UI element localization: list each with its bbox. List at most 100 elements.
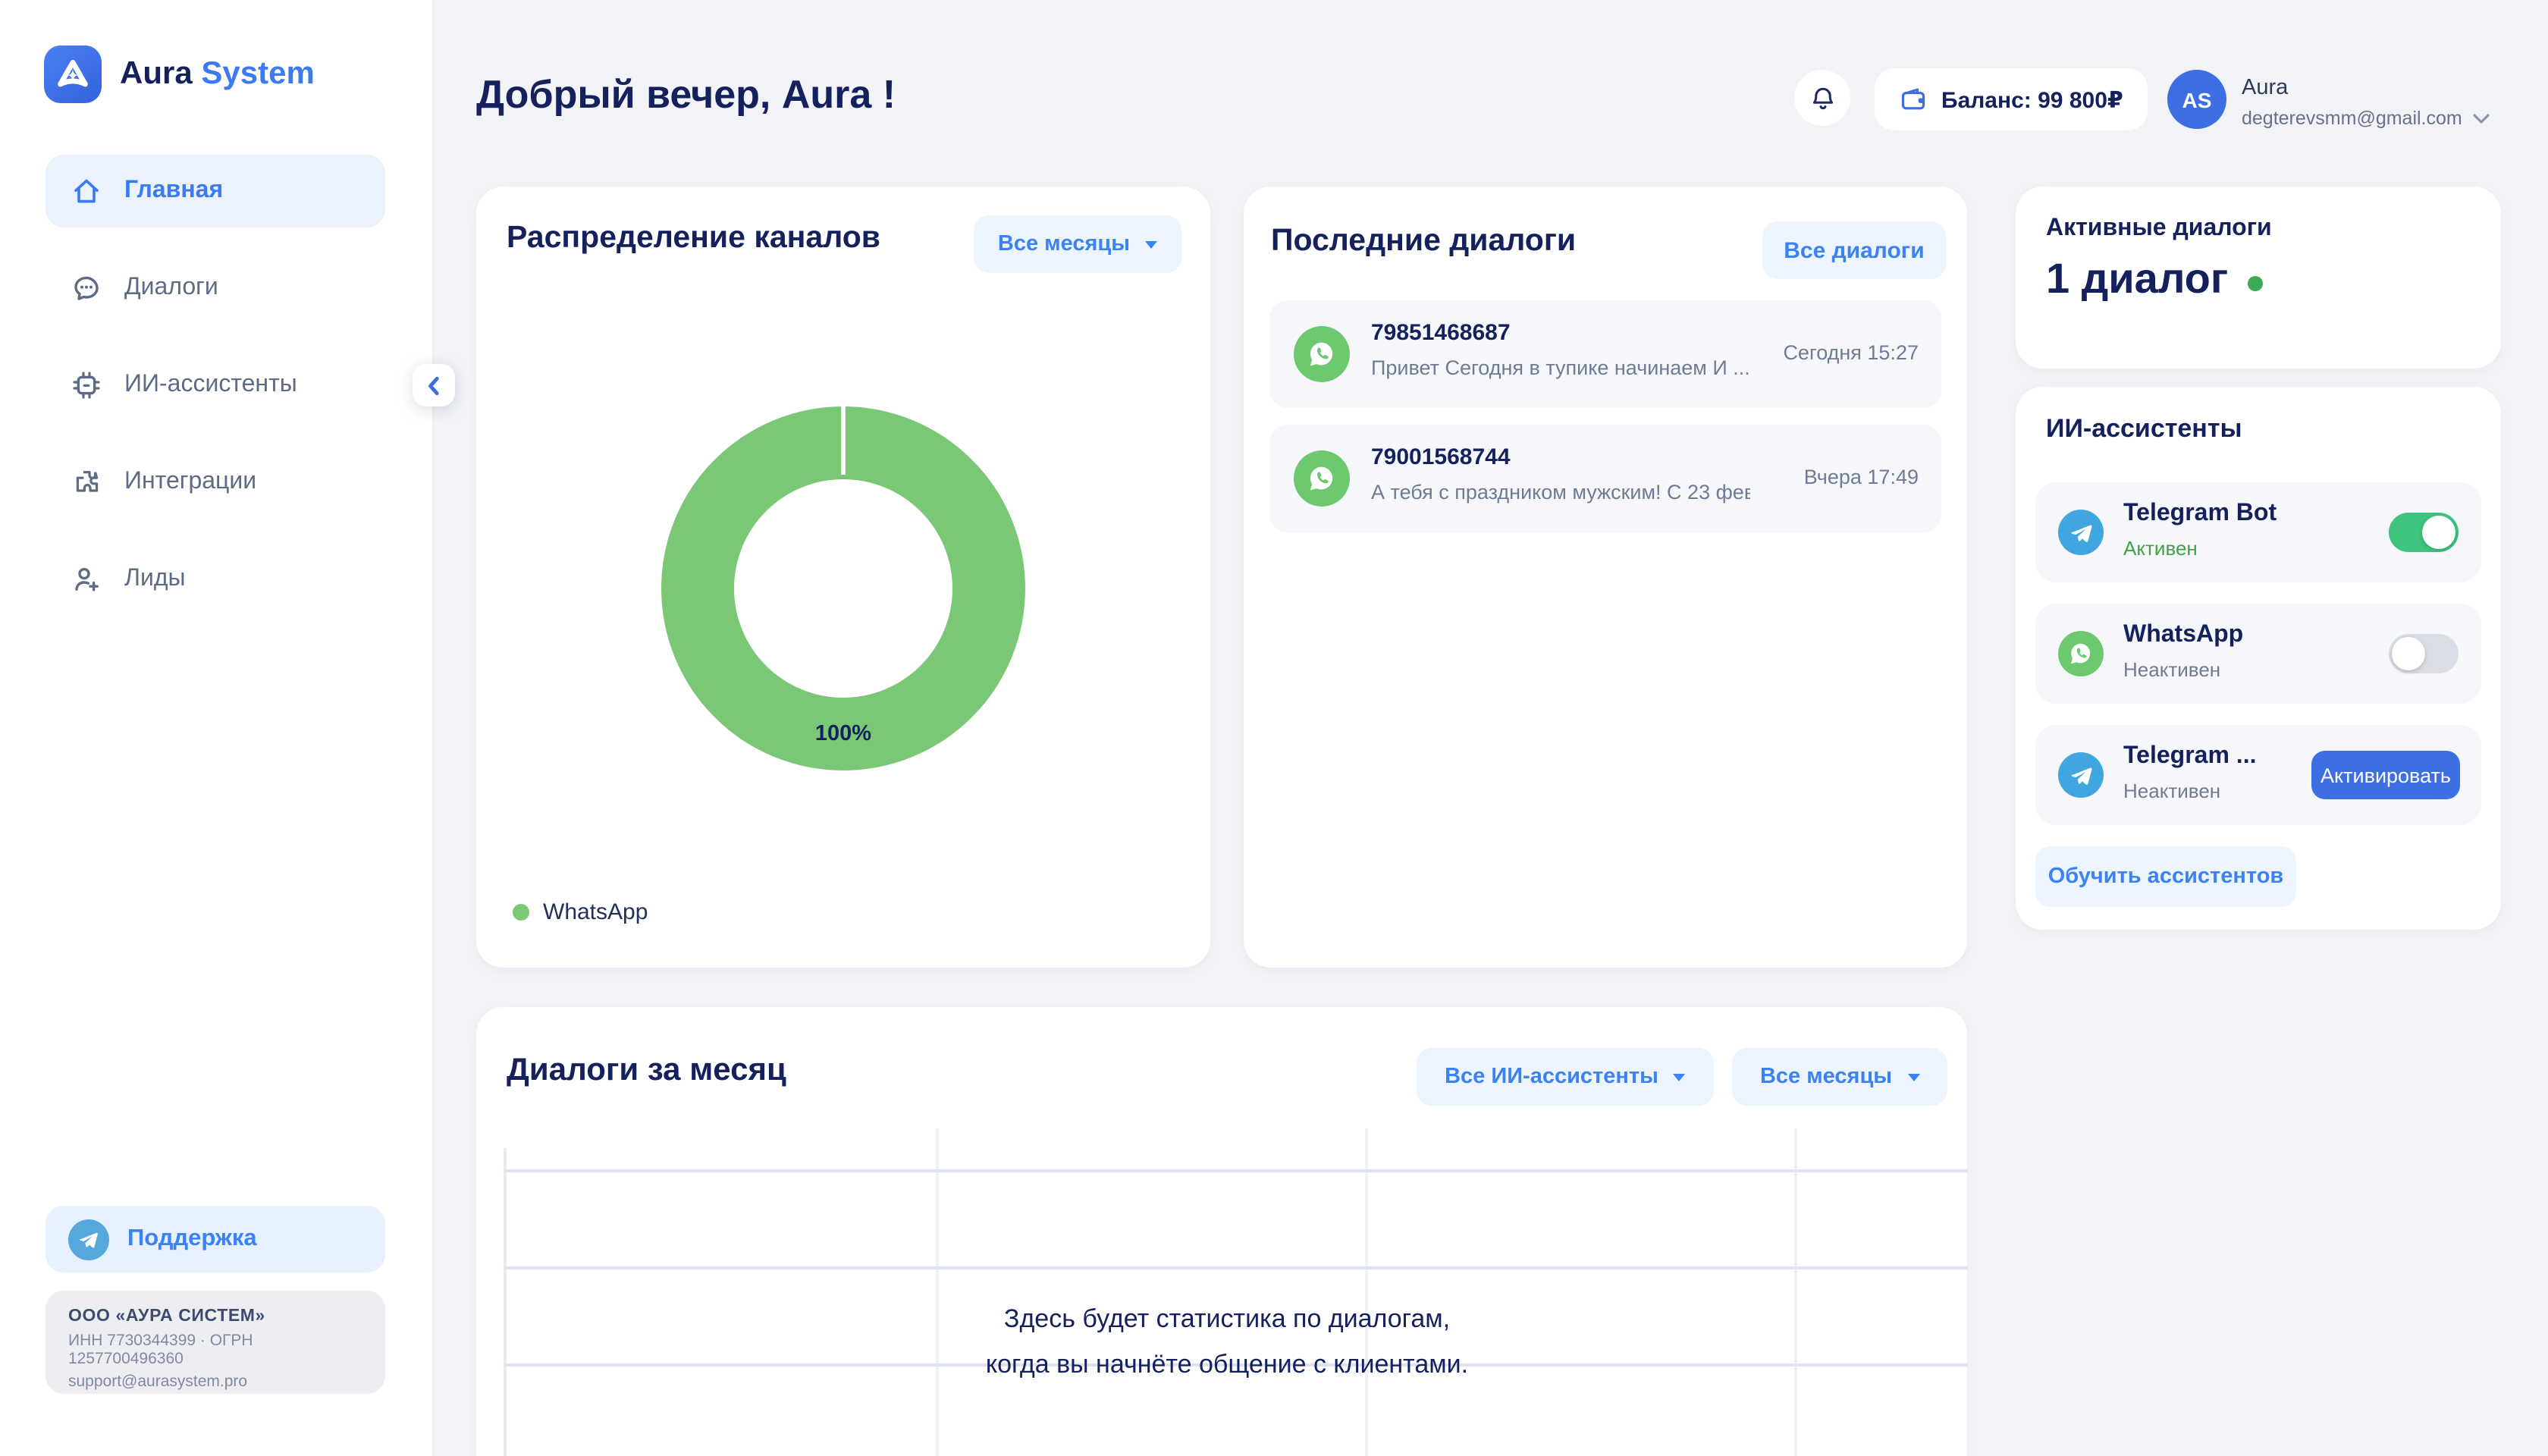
active-dialogs-card: Активные диалоги 1 диалог (2016, 187, 2501, 369)
sidebar: Aura System Главная Диалоги (0, 0, 434, 1456)
all-dialogs-button[interactable]: Все диалоги (1762, 221, 1946, 279)
support-button[interactable]: Поддержка (46, 1206, 385, 1272)
assistant-status: Неактивен (2123, 780, 2220, 802)
assistant-name: WhatsApp (2123, 622, 2283, 649)
chart-gridline-vertical (1794, 1128, 1796, 1456)
dialog-phone: 79851468687 (1371, 320, 1511, 346)
dialog-list-item[interactable]: 79851468687 Привет Сегодня в тупике начи… (1269, 300, 1941, 408)
dialog-list-item[interactable]: 79001568744 А тебя с праздником мужским!… (1269, 425, 1941, 532)
chart-gridline-horizontal (504, 1169, 1967, 1172)
dialog-time: Сегодня 15:27 (1783, 341, 1919, 364)
dashboard-page: Aura System Главная Диалоги (0, 0, 2548, 1456)
avatar-initials: AS (2182, 87, 2212, 111)
train-assistants-button[interactable]: Обучить ассистентов (2035, 846, 2296, 907)
chart-empty-line-2: когда вы начнёте общение с клиентами. (476, 1342, 1978, 1388)
assistant-toggle[interactable] (2389, 634, 2459, 673)
donut-center-label: 100% (476, 722, 1210, 746)
dialog-phone: 79001568744 (1371, 444, 1511, 470)
wallet-icon (1899, 85, 1928, 114)
greeting-title: Добрый вечер, Aura ! (476, 71, 896, 118)
assistant-row-whatsapp: WhatsApp Неактивен (2035, 604, 2481, 704)
assistant-name: Telegram Bot (2123, 500, 2283, 528)
recent-dialogs-title: Последние диалоги (1271, 223, 1576, 259)
aura-logo-icon (44, 46, 102, 103)
months-filter-value: Все месяцы (1760, 1065, 1892, 1089)
activate-assistant-button[interactable]: Активировать (2311, 751, 2460, 799)
dialog-preview: Привет Сегодня в тупике начинаем И ... (1371, 356, 1750, 379)
telegram-icon (2058, 510, 2104, 555)
chart-empty-line-1: Здесь будет статистика по диалогам, (476, 1297, 1978, 1342)
sidebar-item-label: Интеграции (124, 469, 256, 496)
monthly-dialogs-card: Диалоги за месяц Все ИИ-ассистенты Все м… (476, 1007, 1967, 1456)
channels-donut-chart (654, 399, 1033, 778)
caret-down-icon (1907, 1073, 1919, 1081)
chevron-down-icon (2473, 111, 2491, 125)
recent-dialogs-card: Последние диалоги Все диалоги 7985146868… (1244, 187, 1967, 968)
chart-gridline-vertical (1365, 1128, 1367, 1456)
sidebar-item-label: ИИ-ассистенты (124, 372, 297, 399)
notifications-button[interactable] (1794, 70, 1850, 126)
brand-logo[interactable]: Aura System (44, 46, 315, 103)
chart-empty-state: Здесь будет статистика по диалогам, когд… (476, 1297, 1978, 1388)
company-name: ООО «АУРА СИСТЕМ» (68, 1307, 362, 1326)
user-menu[interactable]: degterevsmm@gmail.com (2242, 108, 2491, 129)
assistant-name: Telegram ... (2123, 743, 2283, 770)
assistants-card: ИИ-ассистенты Telegram Bot Активен Whats… (2016, 387, 2501, 930)
assistant-toggle[interactable] (2389, 513, 2459, 552)
caret-down-icon (1674, 1073, 1686, 1081)
company-info: ООО «АУРА СИСТЕМ» ИНН 7730344399 · ОГРН … (46, 1291, 385, 1394)
puzzle-icon (71, 467, 102, 497)
telegram-icon (2058, 752, 2104, 798)
chevron-left-icon (424, 375, 444, 395)
chart-gridline-vertical (936, 1128, 938, 1456)
brand-word-2: System (201, 56, 314, 91)
sidebar-nav: Главная Диалоги ИИ-ассистенты (46, 155, 385, 640)
sidebar-item-label: Главная (124, 177, 223, 205)
user-name: Aura (2242, 76, 2288, 100)
sidebar-item-integrations[interactable]: Интеграции (46, 446, 385, 519)
active-dialogs-value: 1 диалог (2046, 255, 2228, 303)
assistants-filter-value: Все ИИ-ассистенты (1445, 1065, 1658, 1089)
channels-title: Распределение каналов (507, 220, 880, 256)
assistant-status: Неактивен (2123, 658, 2220, 681)
telegram-icon (68, 1219, 109, 1260)
channels-card: Распределение каналов Все месяцы 100% Wh… (476, 187, 1210, 968)
all-dialogs-button-label: Все диалоги (1784, 237, 1924, 263)
channels-months-dropdown[interactable]: Все месяцы (974, 215, 1181, 273)
sidebar-item-home[interactable]: Главная (46, 155, 385, 228)
chart-legend: WhatsApp (513, 899, 648, 925)
sidebar-item-label: Лиды (124, 566, 186, 593)
avatar[interactable]: AS (2167, 70, 2226, 129)
train-assistants-label: Обучить ассистентов (2048, 864, 2284, 889)
whatsapp-icon (1294, 450, 1350, 507)
chat-bubble-icon (71, 273, 102, 303)
months-filter-dropdown[interactable]: Все месяцы (1732, 1048, 1947, 1106)
chart-gridline-horizontal (504, 1266, 1967, 1269)
caret-down-icon (1145, 240, 1157, 248)
sidebar-item-leads[interactable]: Лиды (46, 543, 385, 616)
balance-widget[interactable]: Баланс: 99 800₽ (1875, 68, 2148, 130)
chip-icon (71, 370, 102, 400)
assistant-status: Активен (2123, 537, 2198, 560)
sidebar-collapse-button[interactable] (413, 364, 455, 406)
assistants-filter-dropdown[interactable]: Все ИИ-ассистенты (1417, 1048, 1714, 1106)
active-dialogs-title: Активные диалоги (2046, 215, 2272, 243)
brand-name: Aura System (120, 56, 315, 93)
company-email: support@aurasystem.pro (68, 1373, 362, 1391)
assistants-title: ИИ-ассистенты (2046, 414, 2242, 444)
whatsapp-icon (2058, 631, 2104, 676)
sidebar-item-assistants[interactable]: ИИ-ассистенты (46, 349, 385, 422)
bell-icon (1809, 84, 1836, 111)
legend-label-whatsapp: WhatsApp (543, 899, 648, 925)
sidebar-item-dialogs[interactable]: Диалоги (46, 252, 385, 325)
home-icon (71, 176, 102, 206)
sidebar-item-label: Диалоги (124, 275, 218, 302)
assistant-row-telegram-2: Telegram ... Неактивен Активировать (2035, 725, 2481, 825)
company-requisites: ИНН 7730344399 · ОГРН 1257700496360 (68, 1331, 362, 1367)
dialog-preview: А тебя с праздником мужским! С 23 фев... (1371, 481, 1750, 504)
dialog-time: Вчера 17:49 (1804, 466, 1919, 488)
channels-months-dropdown-value: Все месяцы (998, 232, 1130, 256)
user-email: degterevsmm@gmail.com (2242, 108, 2462, 129)
online-status-dot (2248, 276, 2263, 291)
person-plus-icon (71, 564, 102, 595)
